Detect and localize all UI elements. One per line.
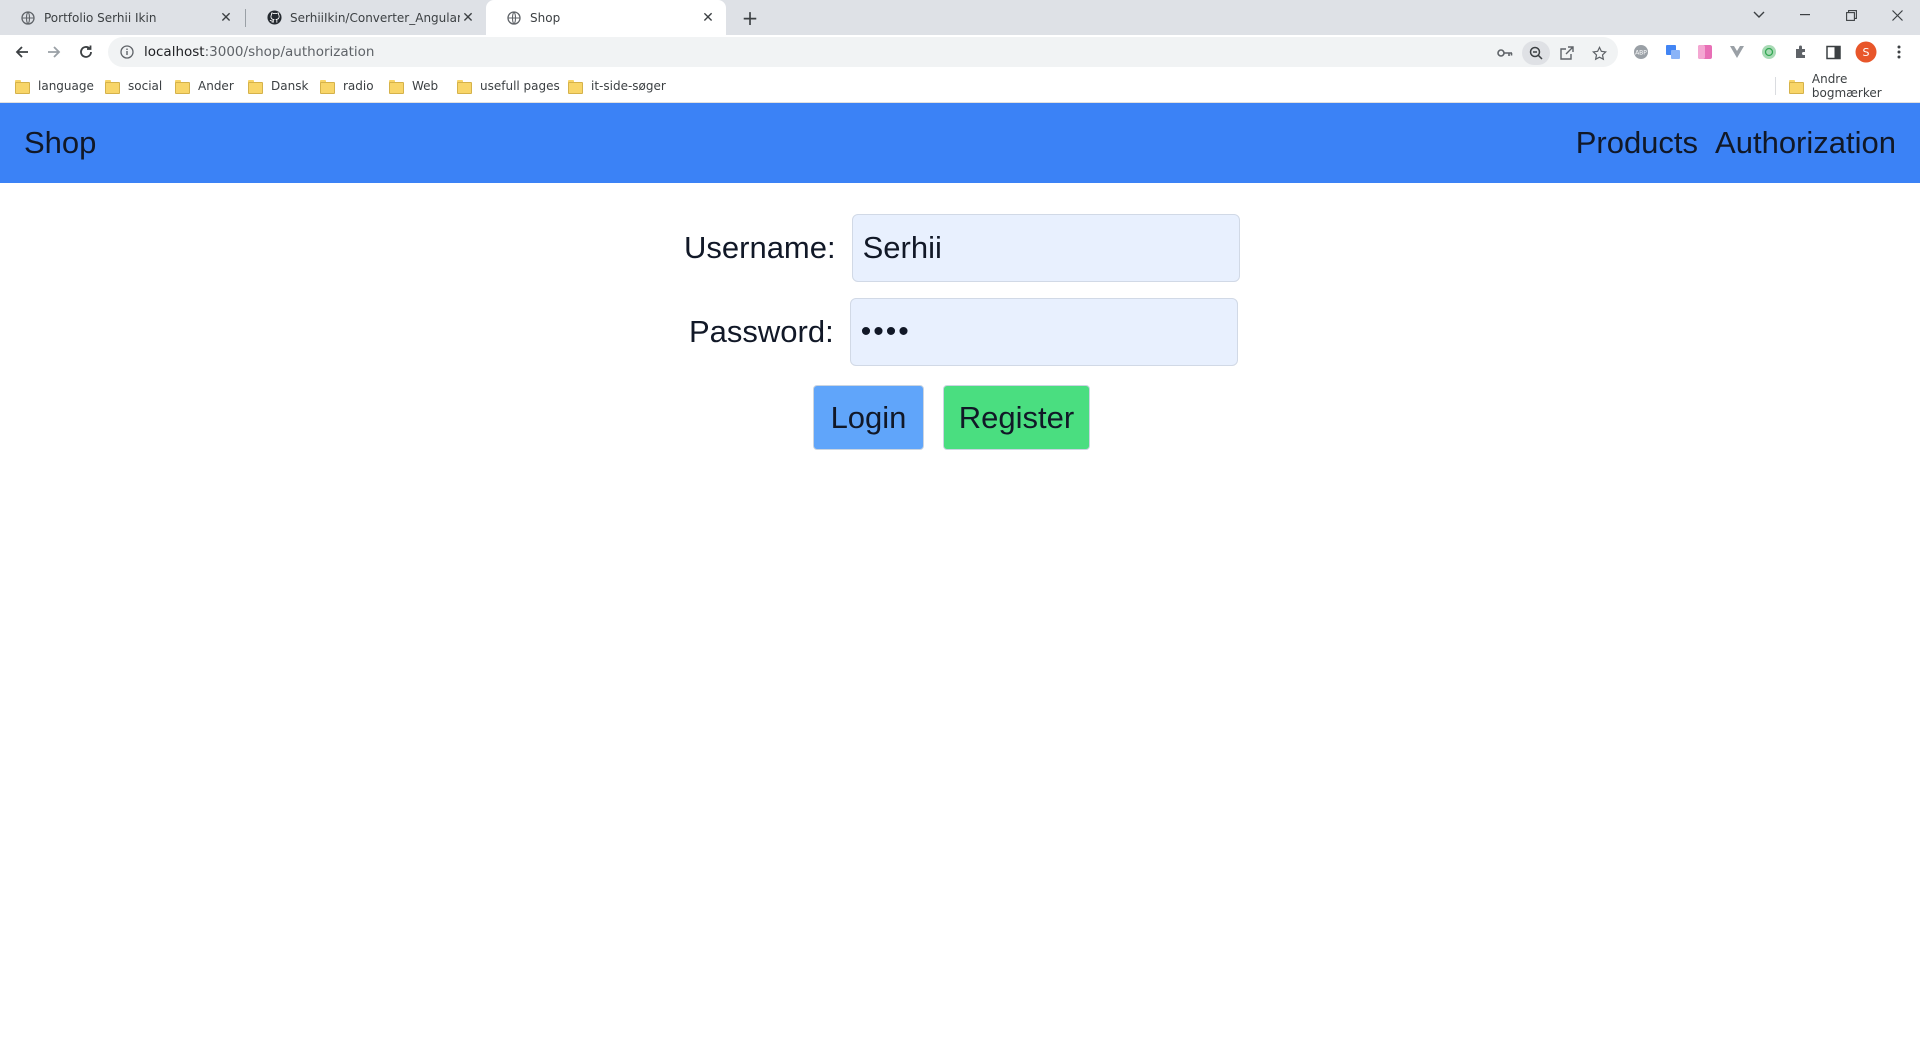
tab-title: Portfolio Serhii Ikin [44,10,157,25]
bookmark-label: usefull pages [480,79,560,93]
bookmark-language[interactable]: language [15,69,94,103]
site-info-icon[interactable] [118,43,136,61]
github-icon [266,10,282,26]
bookmark-label: Ander [198,79,234,93]
bookmark-usefull-pages[interactable]: usefull pages [457,69,560,103]
folder-icon [1789,80,1804,94]
restore-icon[interactable] [1828,0,1874,30]
minimize-icon[interactable] [1782,0,1828,30]
color-picker-extension-icon[interactable] [1693,40,1717,64]
profile-avatar[interactable]: S [1854,40,1878,64]
key-icon[interactable] [1493,41,1517,65]
profile-initial: S [1862,45,1870,59]
password-row: Password: •••• [689,298,1238,366]
tab-strip: Portfolio Serhii Ikin ✕ SerhiiIkin/Conve… [0,0,1920,35]
username-label: Username: [684,230,836,265]
back-button[interactable] [8,38,36,66]
bookmarks-bar: language social Ander Dansk radio Web us… [0,69,1920,103]
username-row: Username: Serhii [684,214,1240,282]
svg-text:ABP: ABP [1635,50,1647,57]
nav-links: Products Authorization [1576,125,1896,161]
folder-icon [320,80,335,94]
bookmark-label: radio [343,79,374,93]
vue-devtools-extension-icon[interactable] [1725,40,1749,64]
username-input[interactable]: Serhii [851,214,1240,282]
bookmark-star-icon[interactable] [1587,41,1611,65]
tab-github-converter[interactable]: SerhiiIkin/Converter_Angular ✕ [246,0,486,35]
bookmark-label: social [128,79,163,93]
bookmark-label: language [38,79,94,93]
globe-extension-icon[interactable] [1757,40,1781,64]
nav-products[interactable]: Products [1576,125,1698,161]
bookmark-social[interactable]: social [105,69,162,103]
folder-icon [15,80,30,94]
side-panel-icon[interactable] [1821,40,1845,64]
globe-icon [506,10,522,26]
folder-icon [389,80,404,94]
bookmark-radio[interactable]: radio [320,69,374,103]
close-icon[interactable]: ✕ [700,10,716,26]
url-text: localhost:3000/shop/authorization [144,44,375,60]
folder-icon [457,80,472,94]
url-path: :3000/shop/authorization [204,44,375,60]
folder-icon [105,80,120,94]
nav-authorization[interactable]: Authorization [1715,125,1896,161]
bookmark-label: Andre bogmærker [1811,72,1882,100]
other-bookmarks[interactable]: Andre bogmærker [1789,69,1920,103]
tab-title: SerhiiIkin/Converter_Angular [290,10,460,25]
share-icon[interactable] [1555,41,1579,65]
bookmark-it-side-soger[interactable]: it-side-søger [568,69,666,103]
bookmark-dansk[interactable]: Dansk [248,69,308,103]
tab-shop[interactable]: Shop ✕ [486,0,726,35]
zoom-icon[interactable] [1522,41,1550,65]
register-button[interactable]: Register [943,385,1090,450]
forward-button[interactable] [40,38,68,66]
translate-extension-icon[interactable] [1661,40,1685,64]
password-label: Password: [689,314,834,349]
reload-button[interactable] [72,38,100,66]
adblock-extension-icon[interactable]: ABP [1629,40,1653,64]
page-content: Shop Products Authorization Username: Se… [0,103,1920,1048]
folder-icon [248,80,263,94]
menu-kebab-icon[interactable] [1887,40,1911,64]
brand-link[interactable]: Shop [24,125,96,161]
globe-icon [20,10,36,26]
close-icon[interactable]: ✕ [218,10,234,26]
tab-portfolio[interactable]: Portfolio Serhii Ikin ✕ [0,0,244,35]
password-input[interactable]: •••• [849,298,1238,366]
bookmark-label: Web [412,79,439,93]
browser-toolbar: localhost:3000/shop/authorization ABP S [0,35,1920,69]
bookmarks-divider [1775,77,1776,95]
login-button[interactable]: Login [813,385,924,450]
bookmark-web[interactable]: Web [389,69,438,103]
close-icon[interactable]: ✕ [460,10,476,26]
tab-title: Shop [530,10,561,25]
new-tab-button[interactable]: + [737,5,763,31]
bookmark-ander[interactable]: Ander [175,69,234,103]
folder-icon [568,80,583,94]
bookmark-label: Dansk [271,79,309,93]
app-navbar: Shop Products Authorization [0,103,1920,183]
url-host: localhost [144,44,205,60]
address-bar[interactable]: localhost:3000/shop/authorization [108,37,1618,67]
extensions-puzzle-icon[interactable] [1789,40,1813,64]
folder-icon [175,80,190,94]
window-close-icon[interactable] [1874,0,1920,30]
tab-search-icon[interactable] [1736,0,1782,30]
bookmark-label: it-side-søger [591,79,666,93]
